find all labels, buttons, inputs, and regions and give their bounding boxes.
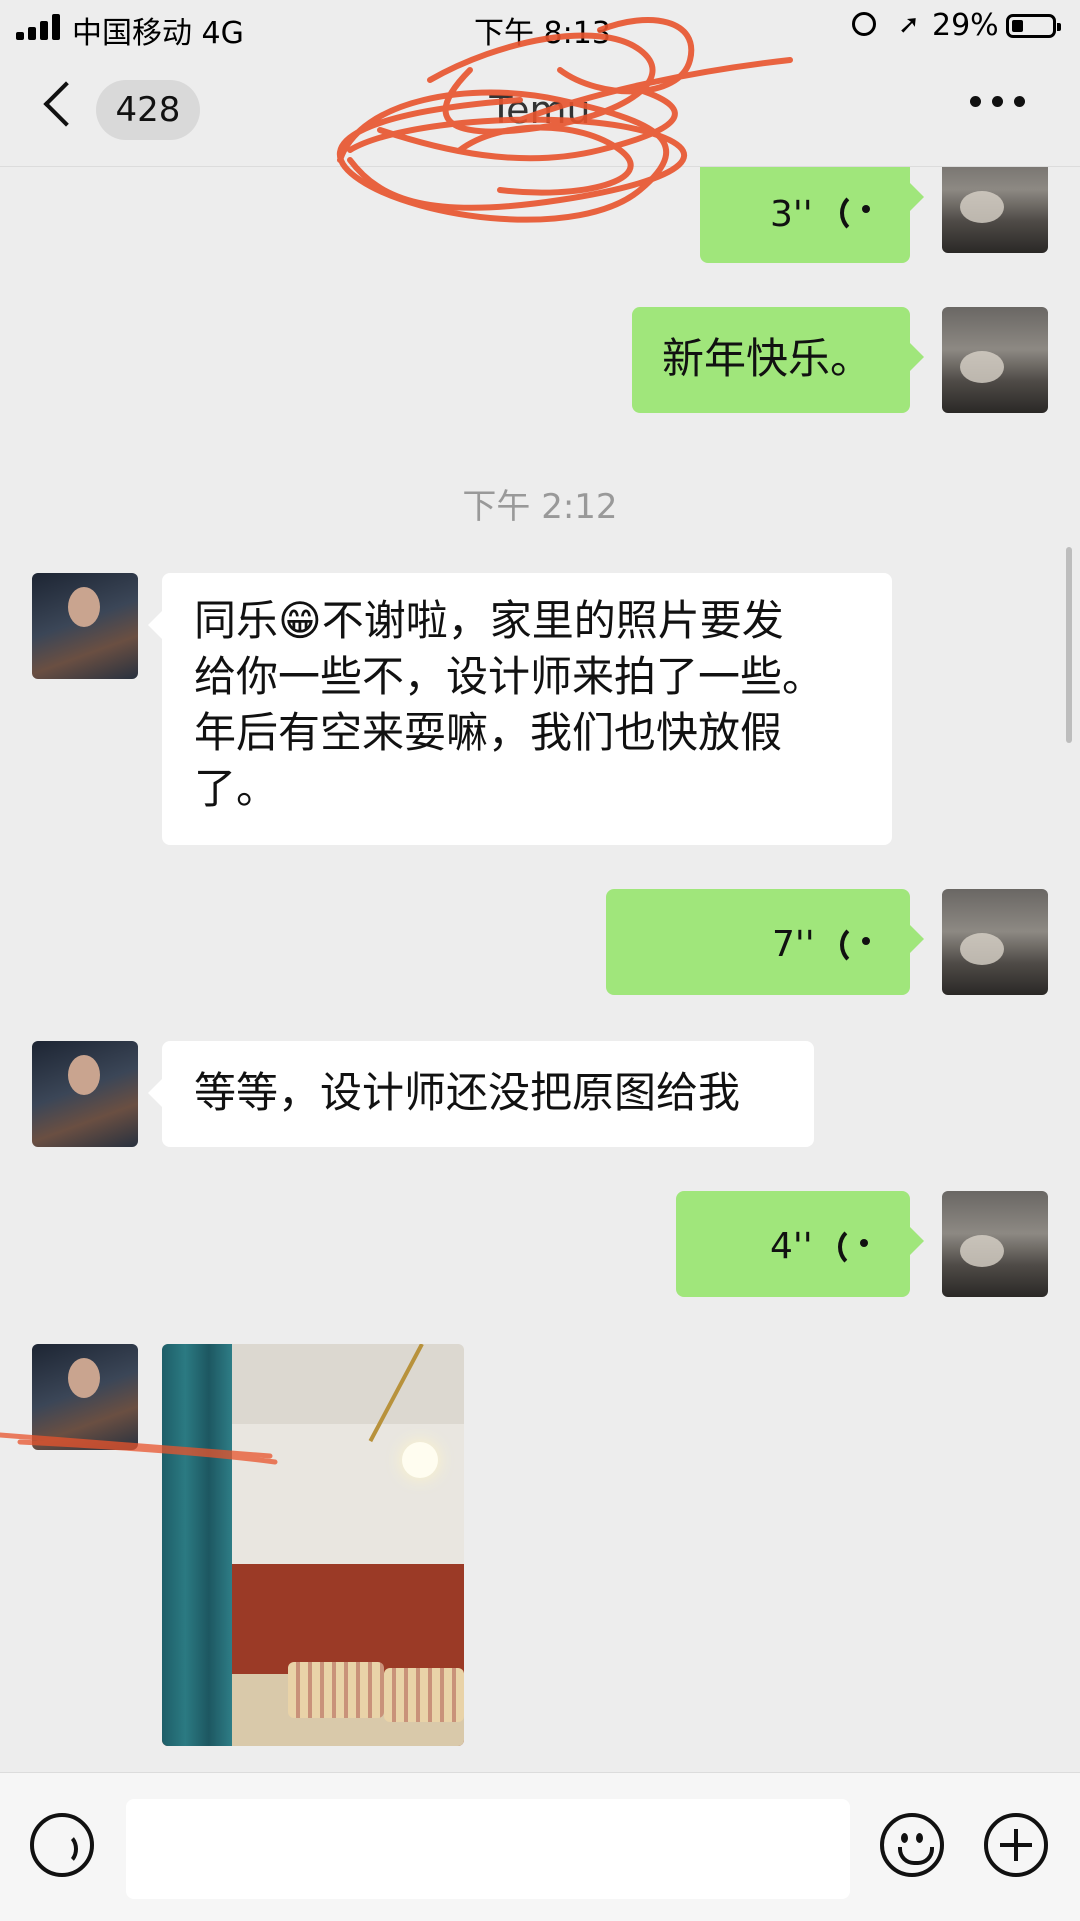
signal-icon <box>16 14 60 40</box>
more-dots-icon[interactable] <box>970 96 1026 108</box>
voice-wave-icon <box>834 187 884 235</box>
image-message[interactable] <box>162 1344 464 1746</box>
status-bar: 中国移动 4G 下午 8:13 ➚ 29% <box>0 0 1080 52</box>
message-line: 年后有空来耍嘛，我们也快放假 <box>194 708 783 757</box>
voice-message-bubble[interactable]: 4'' <box>676 1191 924 1297</box>
message-line: 给你一些不，设计师来拍了一些。 <box>194 652 825 701</box>
chat-title: Temu <box>489 88 591 132</box>
text-message-bubble[interactable]: 新年快乐。 <box>632 307 924 413</box>
text-message-bubble[interactable]: 等等，设计师还没把原图给我 <box>148 1041 814 1147</box>
back-chevron-icon[interactable] <box>43 81 89 127</box>
voice-duration: 4'' <box>770 1226 813 1267</box>
message-line: 同乐😁不谢啦，家里的照片要发 <box>194 596 784 645</box>
contact-avatar[interactable] <box>32 1344 138 1450</box>
voice-duration: 3'' <box>770 194 813 235</box>
message-list[interactable]: 3'' 新年快乐。 下午 2:12 同乐😁不谢啦，家里的照片要发 给你一些不，设… <box>0 167 1080 1771</box>
message-input[interactable] <box>126 1799 850 1899</box>
battery-percent: 29% <box>932 8 999 43</box>
unread-count-badge[interactable]: 428 <box>96 80 200 140</box>
voice-message-bubble[interactable]: 7'' <box>606 889 924 995</box>
voice-wave-icon <box>834 919 884 967</box>
carrier-label: 中国移动 4G <box>72 16 244 51</box>
voice-duration: 7'' <box>772 924 815 965</box>
chat-timestamp: 下午 2:12 <box>462 487 618 527</box>
location-icon: ➚ <box>898 10 920 40</box>
contact-avatar[interactable] <box>32 1041 138 1147</box>
rotation-lock-icon <box>852 12 876 36</box>
clock: 下午 8:13 <box>474 16 611 51</box>
text-message-bubble[interactable]: 同乐😁不谢啦，家里的照片要发 给你一些不，设计师来拍了一些。 年后有空来耍嘛，我… <box>148 573 892 845</box>
message-text: 等等，设计师还没把原图给我 <box>194 1068 741 1117</box>
message-line: 了。 <box>194 764 279 813</box>
voice-input-icon[interactable] <box>30 1813 94 1877</box>
voice-wave-icon <box>832 1221 882 1269</box>
contact-avatar[interactable] <box>32 573 138 679</box>
scrollbar[interactable] <box>1066 547 1072 743</box>
self-avatar[interactable] <box>942 307 1048 413</box>
chat-header: 428 Temu <box>0 52 1080 167</box>
self-avatar[interactable] <box>942 1191 1048 1297</box>
battery-icon <box>1006 14 1061 38</box>
emoji-icon[interactable] <box>880 1813 944 1877</box>
self-avatar[interactable] <box>942 889 1048 995</box>
voice-message-bubble[interactable]: 3'' <box>700 167 924 263</box>
input-bar <box>0 1772 1080 1921</box>
self-avatar[interactable] <box>942 167 1048 253</box>
plus-icon[interactable] <box>984 1813 1048 1877</box>
message-text: 新年快乐。 <box>662 334 873 383</box>
